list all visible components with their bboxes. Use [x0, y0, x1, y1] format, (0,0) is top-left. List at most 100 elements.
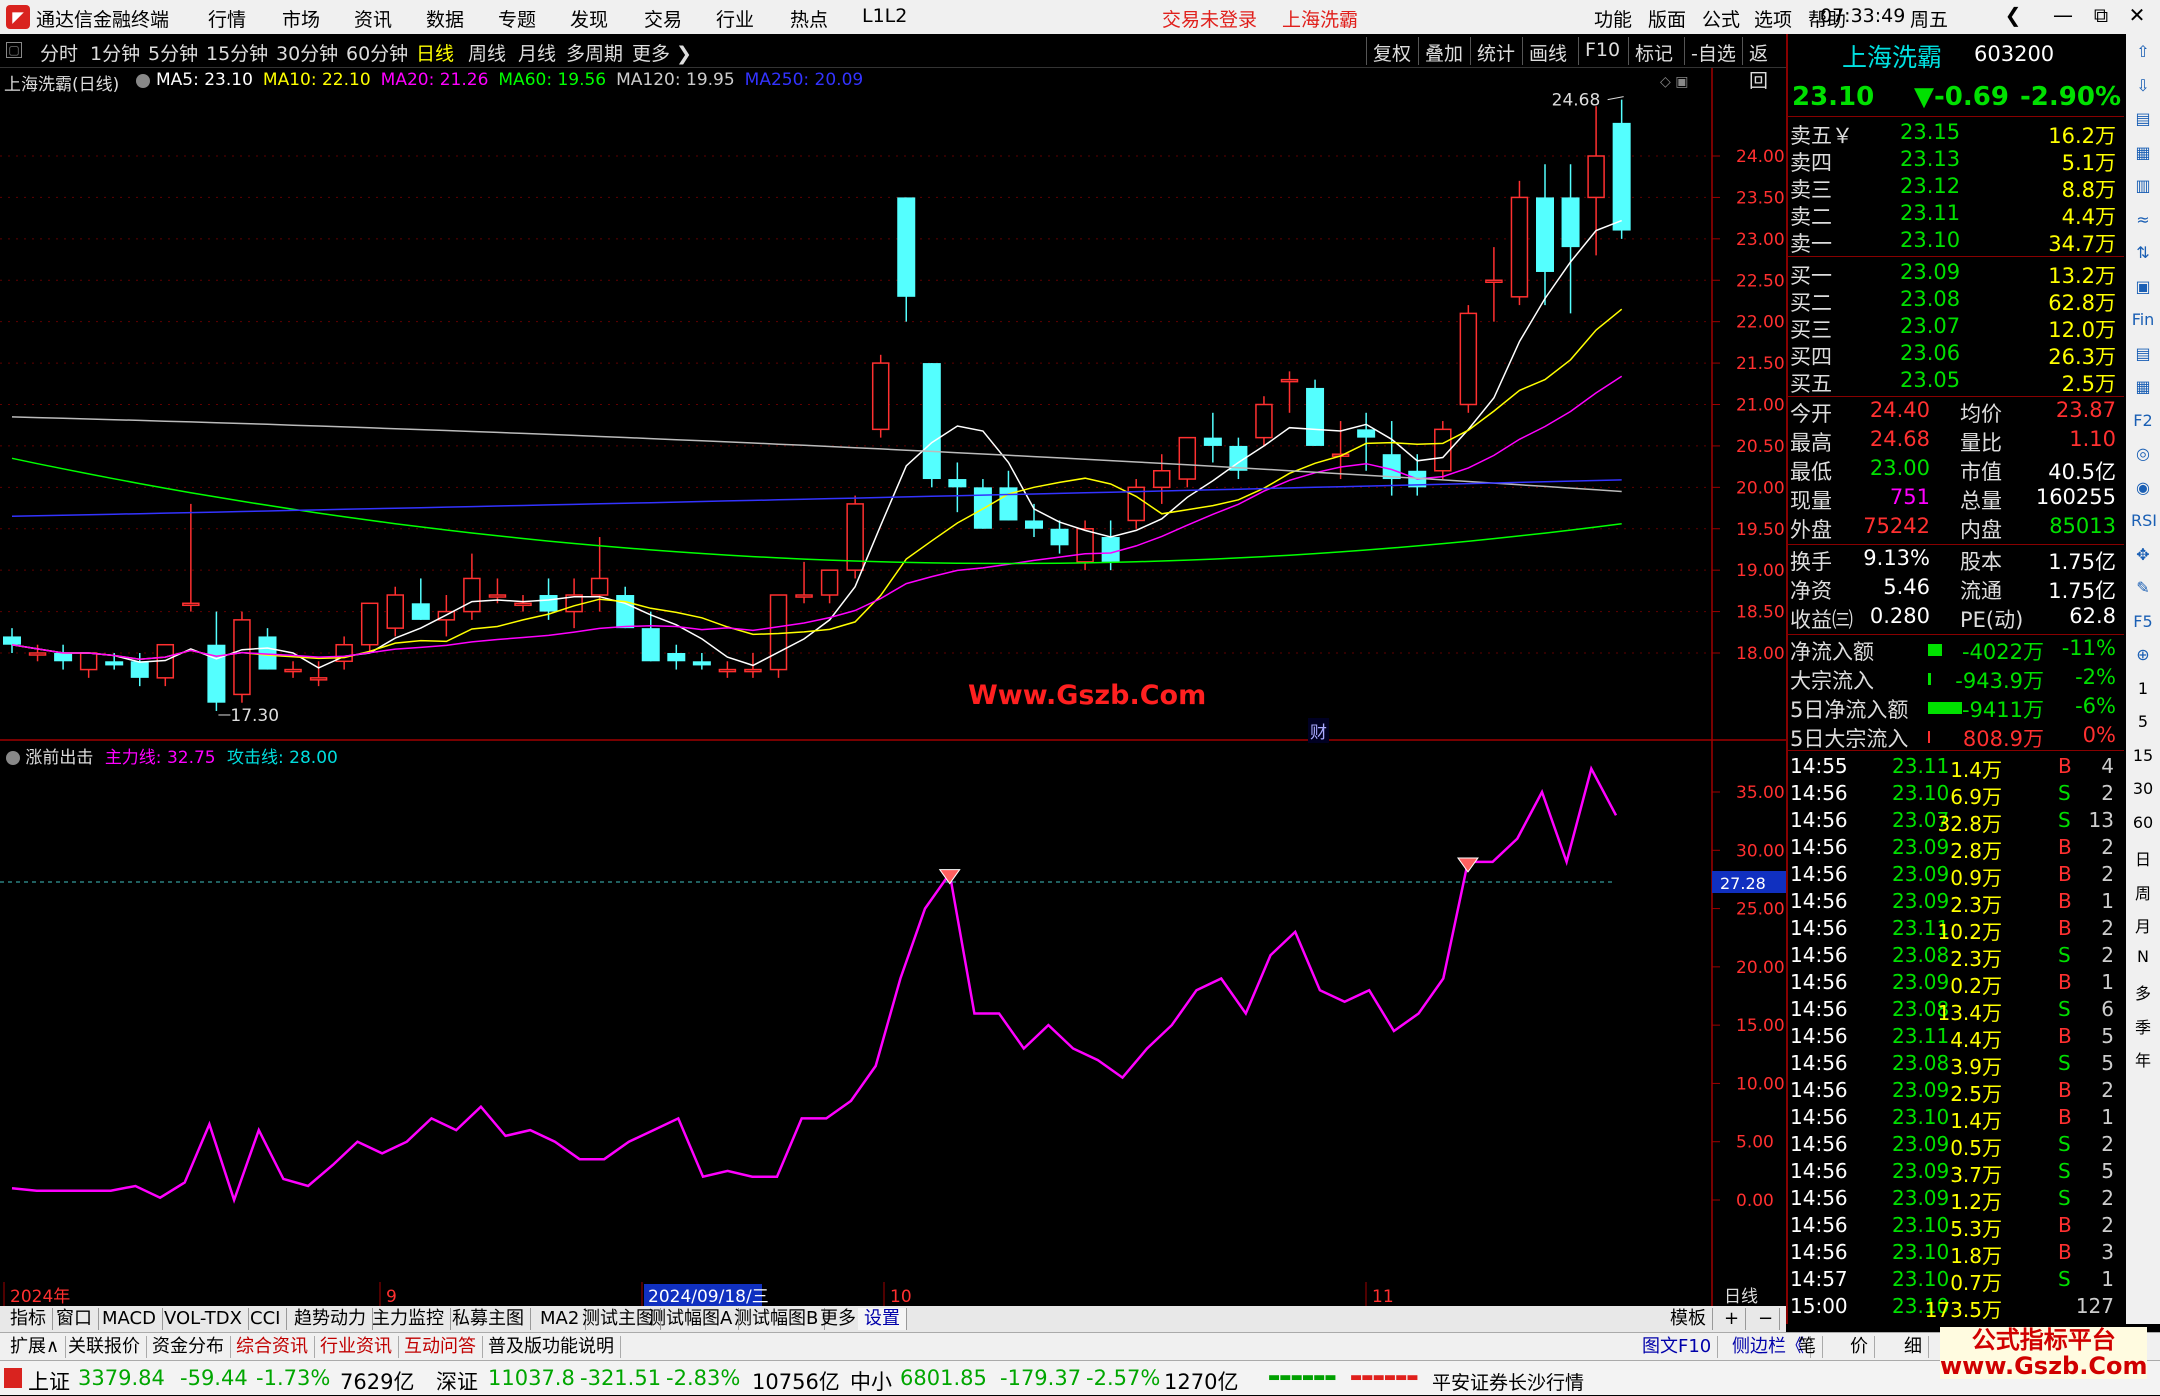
indicator-dot-icon[interactable] [6, 751, 20, 765]
tool-icon-11[interactable]: F2 [2131, 411, 2155, 435]
settings-dot-icon[interactable] [136, 74, 150, 88]
menu-item-8[interactable]: 热点 [790, 5, 828, 32]
template-button-2[interactable]: − [1752, 1308, 1781, 1330]
chart-button-1[interactable]: 叠加 [1418, 37, 1469, 65]
tool-icon-29[interactable]: 季 [2131, 1014, 2155, 1038]
info-tab-1[interactable]: 关联报价 [62, 1336, 147, 1358]
chart-tools-icon[interactable]: ◇ ▣ [1660, 74, 1688, 90]
menu-item-2[interactable]: 资讯 [354, 5, 392, 32]
tool-icon-30[interactable]: 年 [2131, 1047, 2155, 1071]
indicator-tab-10[interactable]: 测试幅图A [642, 1308, 740, 1330]
window-button-3-icon[interactable]: ✕ [2122, 3, 2152, 31]
tool-icon-2[interactable]: ▤ [2131, 109, 2155, 133]
side-tab-4[interactable]: 细 [1898, 1336, 1929, 1358]
menu-item-1[interactable]: 市场 [282, 5, 320, 32]
right-menu-1[interactable]: 版面 [1648, 5, 1686, 32]
tool-icon-22[interactable]: 30 [2131, 779, 2155, 803]
tool-icon-24[interactable]: 日 [2131, 846, 2155, 870]
tool-icon-10[interactable]: ▦ [2131, 377, 2155, 401]
collapse-icon[interactable]: ▢ [6, 42, 22, 58]
sh-label[interactable]: 上证 [28, 1366, 70, 1396]
tool-icon-7[interactable]: ▣ [2131, 277, 2155, 301]
menu-item-0[interactable]: 行情 [208, 5, 246, 32]
menu-item-7[interactable]: 行业 [716, 5, 754, 32]
indicator-tab-6[interactable]: 主力监控 [366, 1308, 451, 1330]
tool-icon-0[interactable]: ⇧ [2131, 42, 2155, 66]
tool-icon-9[interactable]: ▤ [2131, 344, 2155, 368]
side-tab-3[interactable]: 价 [1844, 1336, 1875, 1358]
period-tab-4[interactable]: 30分钟 [276, 39, 338, 66]
template-button-1[interactable]: + [1718, 1308, 1747, 1330]
indicator-tab-12[interactable]: 更多 [814, 1308, 863, 1330]
tool-icon-16[interactable]: ✎ [2131, 578, 2155, 602]
period-tab-1[interactable]: 1分钟 [90, 39, 140, 66]
indicator-tab-13[interactable]: 设置 [858, 1308, 907, 1330]
indicator-tab-2[interactable]: MACD [96, 1308, 163, 1330]
period-tab-9[interactable]: 多周期 [566, 39, 623, 66]
info-tab-2[interactable]: 资金分布 [146, 1336, 231, 1358]
right-menu-2[interactable]: 公式 [1702, 5, 1740, 32]
info-tab-4[interactable]: 行业资讯 [314, 1336, 399, 1358]
tool-icon-25[interactable]: 周 [2131, 880, 2155, 904]
tool-icon-21[interactable]: 15 [2131, 746, 2155, 770]
indicator-tab-4[interactable]: CCI [244, 1308, 288, 1330]
sz-label[interactable]: 深证 [436, 1366, 478, 1396]
chart-button-2[interactable]: 统计 [1470, 37, 1521, 65]
tool-icon-14[interactable]: RSI [2131, 511, 2157, 535]
menu-item-6[interactable]: 交易 [644, 5, 682, 32]
right-menu-0[interactable]: 功能 [1594, 5, 1632, 32]
period-tab-3[interactable]: 15分钟 [206, 39, 268, 66]
period-tab-8[interactable]: 月线 [518, 39, 556, 66]
tool-icon-20[interactable]: 5 [2131, 712, 2155, 736]
chart-button-6[interactable]: -自选 [1684, 37, 1742, 65]
tool-icon-1[interactable]: ⇩ [2131, 76, 2155, 100]
tool-icon-27[interactable]: N [2131, 947, 2155, 971]
tool-icon-6[interactable]: ⇅ [2131, 243, 2155, 267]
login-notice[interactable]: 交易未登录 [1162, 5, 1257, 32]
period-tab-7[interactable]: 周线 [468, 39, 506, 66]
tool-icon-13[interactable]: ◉ [2131, 478, 2155, 502]
period-tab-5[interactable]: 60分钟 [346, 39, 408, 66]
info-tab-3[interactable]: 综合资讯 [230, 1336, 315, 1358]
tool-icon-19[interactable]: 1 [2131, 679, 2155, 703]
indicator-tab-1[interactable]: 窗口 [50, 1308, 99, 1330]
right-menu-4[interactable]: 帮助 [1808, 5, 1846, 32]
event-marker[interactable]: 财 [1308, 718, 1329, 743]
tool-icon-5[interactable]: ≈ [2131, 210, 2155, 234]
tool-icon-26[interactable]: 月 [2131, 913, 2155, 937]
indicator-tab-0[interactable]: 指标 [4, 1308, 53, 1330]
period-tab-10[interactable]: 更多 ❯ [632, 39, 692, 66]
menu-item-9[interactable]: L1L2 [862, 5, 907, 27]
tool-icon-4[interactable]: ▥ [2131, 176, 2155, 200]
info-tab-0[interactable]: 扩展∧ [4, 1336, 67, 1358]
chart-button-3[interactable]: 画线 [1522, 37, 1573, 65]
window-button-2-icon[interactable]: ⧉ [2086, 3, 2116, 31]
indicator-tab-3[interactable]: VOL-TDX [158, 1308, 249, 1330]
period-tab-0[interactable]: 分时 [40, 39, 78, 66]
tool-icon-28[interactable]: 多 [2131, 980, 2155, 1004]
info-tab-6[interactable]: 普及版功能说明 [482, 1336, 621, 1358]
chart-button-0[interactable]: 复权 [1366, 37, 1417, 65]
tool-icon-23[interactable]: 60 [2131, 813, 2155, 837]
indicator-tab-5[interactable]: 趋势动力 [288, 1308, 373, 1330]
right-menu-3[interactable]: 选项 [1754, 5, 1792, 32]
chart-button-4[interactable]: F10 [1578, 37, 1626, 65]
menu-item-5[interactable]: 发现 [570, 5, 608, 32]
chart-button-5[interactable]: 标记 [1628, 37, 1679, 65]
menu-item-4[interactable]: 专题 [498, 5, 536, 32]
indicator-tab-7[interactable]: 私募主图 [446, 1308, 531, 1330]
period-tab-6[interactable]: 日线 [416, 39, 454, 66]
indicator-tab-11[interactable]: 测试幅图B [728, 1308, 826, 1330]
template-button-0[interactable]: 模板 [1664, 1308, 1713, 1330]
tool-icon-15[interactable]: ✥ [2131, 545, 2155, 569]
window-button-1-icon[interactable]: — [2048, 3, 2078, 31]
tool-icon-17[interactable]: F5 [2131, 612, 2155, 636]
period-tab-2[interactable]: 5分钟 [148, 39, 198, 66]
tool-icon-12[interactable]: ◎ [2131, 444, 2155, 468]
zx-label[interactable]: 中小 [850, 1366, 892, 1396]
tool-icon-3[interactable]: ▦ [2131, 143, 2155, 167]
kline-chart[interactable]: 24.00 23.50 23.00 22.50 22.00 21.50 21.00 20.50… [0, 68, 1786, 1310]
menu-item-3[interactable]: 数据 [426, 5, 464, 32]
window-button-0-icon[interactable]: ❮ [1998, 3, 2028, 31]
tool-icon-8[interactable]: Fin [2131, 310, 2155, 334]
